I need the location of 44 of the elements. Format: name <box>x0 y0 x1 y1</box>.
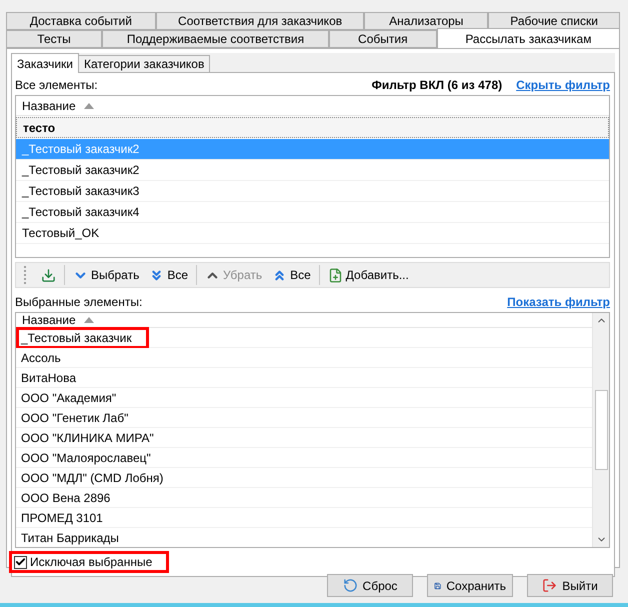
filter-field[interactable]: тесто <box>16 117 609 138</box>
tab[interactable]: Анализаторы <box>364 12 488 30</box>
list-item-text: ПРОМЕД 3101 <box>20 510 104 526</box>
tab[interactable]: Соответствия для заказчиков <box>156 12 364 30</box>
tab[interactable]: События <box>328 30 437 48</box>
list-item-text: ООО "МДЛ" (CMD Лобня) <box>20 470 164 486</box>
show-filter-link[interactable]: Показать фильтр <box>507 295 610 309</box>
tab[interactable]: Поддерживаемые соответствия <box>102 30 329 48</box>
scrollbar[interactable] <box>592 313 609 547</box>
tab[interactable]: Рассылать заказчикам <box>436 28 620 48</box>
column-header[interactable]: Название <box>16 96 609 116</box>
list-item-text: ООО "КЛИНИКА МИРА" <box>20 430 155 446</box>
dialog-button[interactable]: Сброс <box>327 574 413 597</box>
list-item-text: Титан Баррикады <box>20 530 120 546</box>
list-item[interactable]: _Тестовый заказчик <box>16 328 592 348</box>
toolbar-button[interactable]: Добавить... <box>322 264 414 286</box>
import-icon <box>41 268 56 282</box>
hide-filter-link[interactable]: Скрыть фильтр <box>516 78 610 92</box>
list-item-text: ООО "Генетик Лаб" <box>20 410 130 426</box>
exit-icon <box>542 578 558 593</box>
list-item-text: ВитаНова <box>20 370 77 386</box>
tab[interactable]: Заказчики <box>11 53 79 73</box>
dialog-button[interactable]: Выйти <box>527 574 613 597</box>
list-item-text: ООО Вена 2896 <box>20 490 112 506</box>
sort-ascending-icon <box>84 102 94 108</box>
dialog-button[interactable]: Сохранить <box>427 574 513 597</box>
undo-icon <box>342 578 358 593</box>
sort-ascending-icon <box>84 317 94 323</box>
tab[interactable]: Доставка событий <box>6 12 156 30</box>
list-label: Все элементы: <box>15 78 99 92</box>
file-add-icon <box>328 268 343 282</box>
list-item-text: ООО "Малоярославец" <box>20 450 152 466</box>
list-label: Выбранные элементы: <box>15 295 144 309</box>
checkbox-label: Исключая выбранные <box>9 551 170 573</box>
tab[interactable]: Категории заказчиков <box>78 55 210 73</box>
checkbox-box[interactable] <box>14 556 27 568</box>
list-item[interactable]: Ассоль <box>16 348 592 368</box>
filter-status: Фильтр ВКЛ (6 из 478) <box>372 78 502 92</box>
toolbar-button[interactable]: Выбрать <box>68 264 144 286</box>
list-item-text: Ассоль <box>20 350 62 366</box>
tab[interactable]: Тесты <box>6 30 102 48</box>
toolbar-button[interactable]: Все <box>267 264 316 286</box>
toolbar-button[interactable]: Все <box>144 264 194 286</box>
list-item-text: ООО "Академия" <box>20 390 118 406</box>
